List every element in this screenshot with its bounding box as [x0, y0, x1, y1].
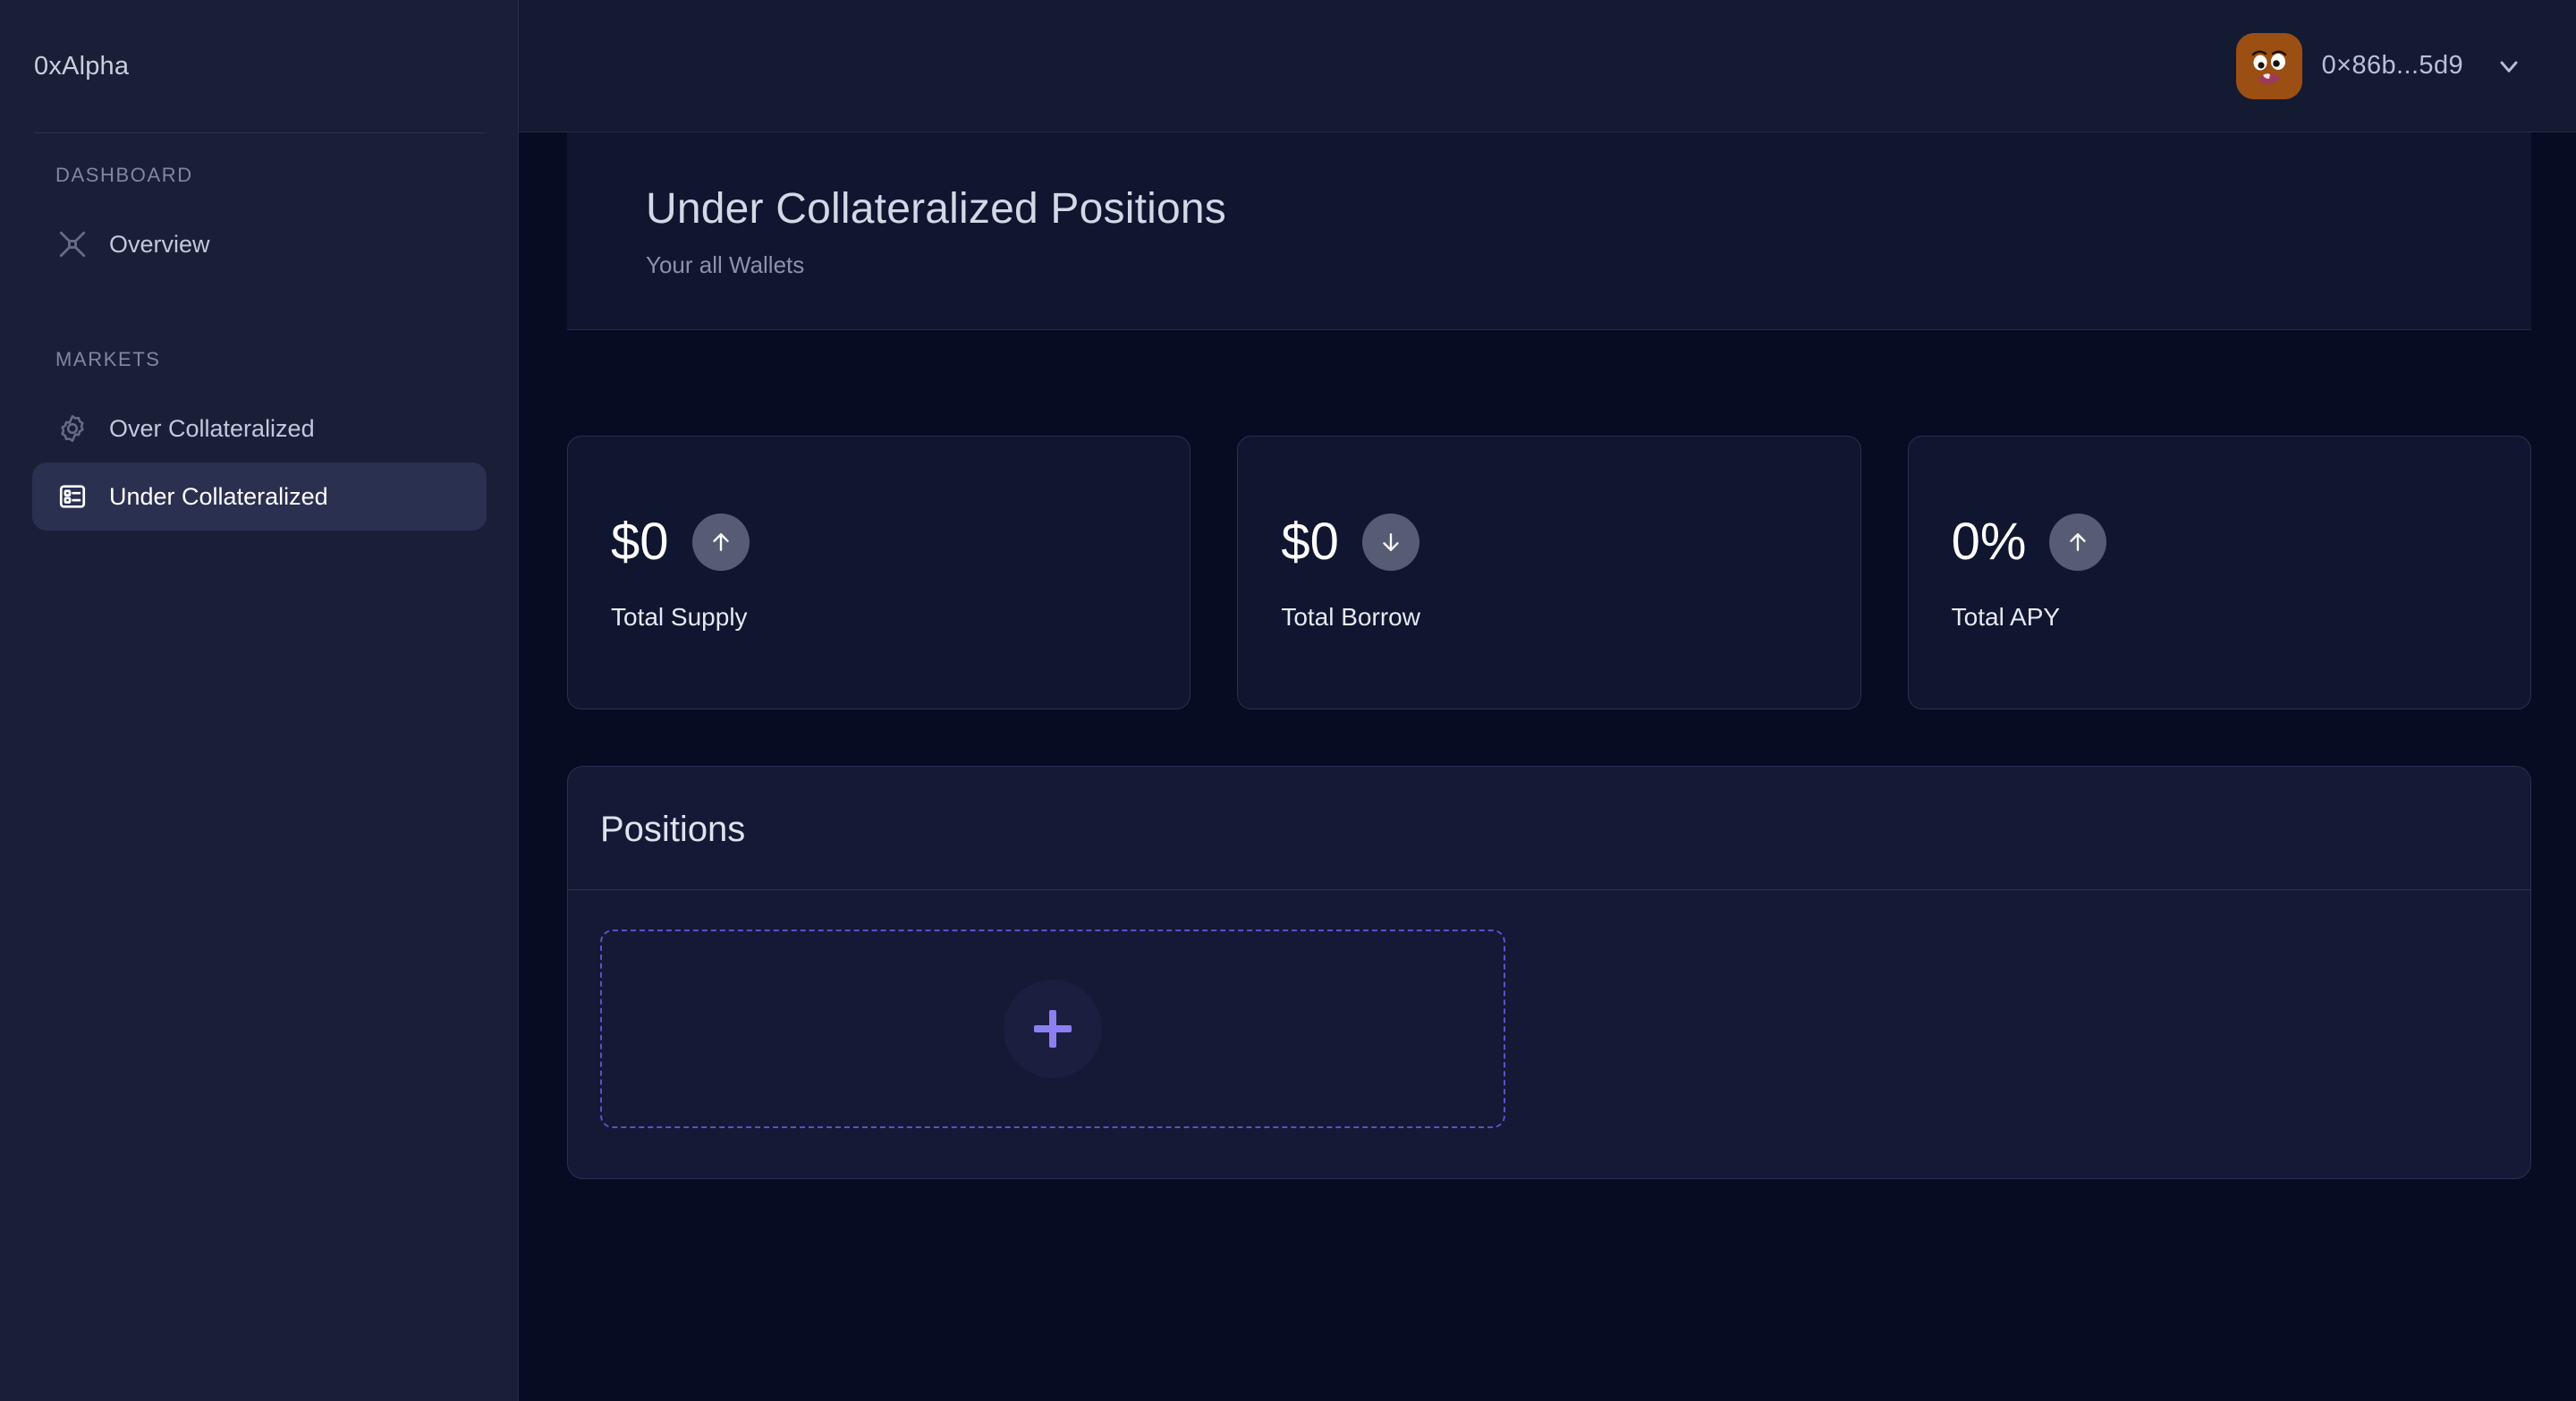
stats-row: $0 Total Supply $0 Total Borrow 0% Total… [567, 436, 2531, 709]
stat-value: $0 [611, 513, 669, 571]
stat-label: Total Borrow [1281, 603, 1420, 631]
brand-text: 0xAlpha [34, 51, 130, 81]
sidebar-item-label: Over Collateralized [109, 414, 315, 442]
positions-panel: Positions [567, 766, 2531, 1179]
sidebar-item-over-collateralized[interactable]: Over Collateralized [32, 395, 487, 463]
add-position-circle [1004, 980, 1102, 1078]
page-title: Under Collateralized Positions [646, 185, 1226, 233]
chevron-down-icon[interactable] [2494, 51, 2524, 81]
positions-title: Positions [600, 810, 746, 849]
arrow-up-icon [2049, 514, 2107, 571]
avatar [2235, 32, 2302, 99]
sidebar-section-markets: MARKETS Over Collateralized Under Collat… [0, 318, 519, 531]
stat-value: $0 [1281, 513, 1339, 571]
sidebar: 0xAlpha DASHBOARD Overview MARKETS Over … [0, 0, 519, 1401]
arrow-up-icon [691, 514, 750, 571]
sidebar-heading-markets: MARKETS [55, 348, 161, 370]
topbar: 0×86b...5d9 [519, 0, 2576, 132]
sidebar-item-label: Under Collateralized [109, 482, 328, 510]
stat-card-total-supply: $0 Total Supply [567, 436, 1191, 709]
content-scroll-area: Under Collateralized Positions Your all … [519, 132, 2576, 1401]
stat-label: Total APY [1951, 603, 2061, 631]
positions-header: Positions [568, 767, 2530, 890]
gear-icon [55, 412, 89, 446]
stat-card-total-borrow: $0 Total Borrow [1237, 436, 1861, 709]
wallet-menu-button[interactable]: 0×86b...5d9 [2235, 32, 2524, 99]
wallet-address: 0×86b...5d9 [2321, 51, 2463, 80]
plus-icon [1034, 1010, 1072, 1048]
sidebar-item-under-collateralized[interactable]: Under Collateralized [32, 463, 487, 531]
stat-top: $0 [611, 514, 1147, 571]
stat-value: 0% [1951, 513, 2027, 571]
crossed-tools-icon [55, 227, 89, 261]
stat-card-total-apy: 0% Total APY [1907, 436, 2531, 709]
sidebar-item-overview[interactable]: Overview [32, 210, 487, 278]
sidebar-section-dashboard: DASHBOARD Overview [0, 133, 519, 278]
stat-top: 0% [1952, 514, 2487, 571]
sidebar-heading-dashboard: DASHBOARD [55, 164, 193, 186]
main-area: 0×86b...5d9 Under Collateralized Positio… [519, 0, 2576, 1401]
app-root: 0xAlpha DASHBOARD Overview MARKETS Over … [0, 0, 2576, 1401]
hero-banner: Under Collateralized Positions Your all … [567, 132, 2531, 330]
stat-label: Total Supply [611, 603, 748, 631]
page-subtitle: Your all Wallets [646, 251, 805, 278]
positions-body [568, 890, 2530, 1178]
add-position-button[interactable] [600, 930, 1505, 1128]
arrow-down-icon [1361, 514, 1419, 571]
list-card-icon [55, 480, 89, 514]
sidebar-item-label: Overview [109, 230, 210, 258]
brand: 0xAlpha [0, 0, 519, 132]
stat-top: $0 [1281, 514, 1817, 571]
